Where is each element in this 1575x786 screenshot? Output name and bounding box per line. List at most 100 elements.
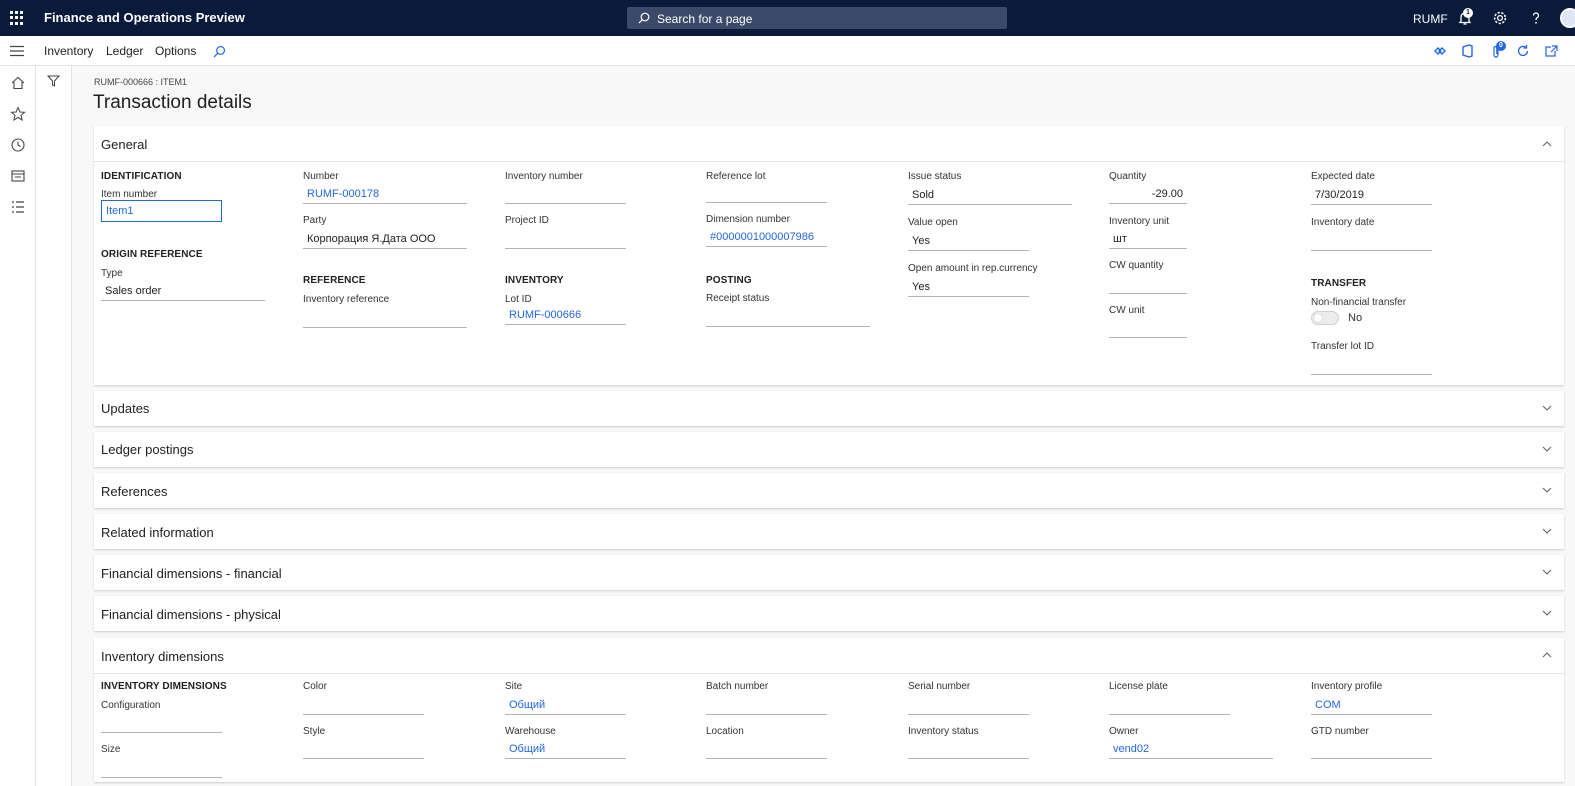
action-pane: Inventory Ledger Options 0: [0, 36, 1575, 66]
number-field[interactable]: RUMF-000178: [303, 183, 467, 204]
color-field[interactable]: [303, 694, 424, 715]
hamburger-icon[interactable]: [10, 45, 24, 57]
non-financial-transfer-toggle[interactable]: [1311, 311, 1339, 325]
top-bar: Finance and Operations Preview Search fo…: [0, 0, 1575, 36]
inventory-status-field[interactable]: [908, 738, 1029, 759]
fasttab-related-information[interactable]: Related information: [94, 514, 1564, 549]
inventory-profile-field[interactable]: COM: [1311, 694, 1432, 715]
dimension-number-field[interactable]: #0000001000007986: [706, 226, 827, 247]
refresh-icon[interactable]: [1516, 44, 1530, 58]
party-field[interactable]: Корпорация Я.Дата ООО: [303, 228, 467, 249]
quantity-field[interactable]: -29.00: [1109, 183, 1187, 204]
chevron-down-icon[interactable]: [1542, 567, 1552, 577]
issue-status-field[interactable]: Sold: [908, 184, 1072, 205]
fasttab-ledger-postings[interactable]: Ledger postings: [94, 432, 1564, 467]
search-icon: [638, 12, 650, 24]
cw-unit-field[interactable]: [1109, 317, 1187, 338]
serial-number-field[interactable]: [908, 694, 1029, 715]
warehouse-field[interactable]: Общий: [505, 738, 626, 759]
configuration-field[interactable]: [101, 712, 222, 733]
fasttab-references-header[interactable]: References: [101, 484, 167, 499]
inventory-reference-field[interactable]: [303, 307, 467, 328]
company-picker[interactable]: RUMF: [1413, 12, 1448, 26]
group-identification: IDENTIFICATION: [101, 171, 182, 182]
license-plate-field[interactable]: [1109, 694, 1230, 715]
chevron-down-icon[interactable]: [1542, 403, 1552, 413]
tab-inventory[interactable]: Inventory: [44, 44, 93, 58]
fasttab-updates[interactable]: Updates: [94, 391, 1564, 426]
fasttab-ledger-postings-header[interactable]: Ledger postings: [101, 442, 194, 457]
receipt-status-field[interactable]: [706, 306, 870, 327]
fasttab-financial-dimensions-physical[interactable]: Financial dimensions - physical: [94, 596, 1564, 631]
configuration-label: Configuration: [101, 700, 161, 711]
tab-ledger[interactable]: Ledger: [106, 44, 143, 58]
project-id-field[interactable]: [505, 228, 626, 249]
page-title: Transaction details: [93, 92, 252, 113]
fasttab-financial-dimensions-financial[interactable]: Financial dimensions - financial: [94, 555, 1564, 590]
reference-lot-field[interactable]: [706, 182, 827, 203]
chevron-down-icon[interactable]: [1542, 485, 1552, 495]
fasttab-references[interactable]: References: [94, 473, 1564, 508]
type-field[interactable]: Sales order: [101, 280, 265, 301]
reference-lot-label: Reference lot: [706, 171, 766, 182]
expected-date-field[interactable]: 7/30/2019: [1311, 184, 1432, 205]
gear-icon[interactable]: [1492, 10, 1508, 26]
inventory-status-label: Inventory status: [908, 726, 979, 737]
fasttab-related-information-header[interactable]: Related information: [101, 525, 214, 540]
fasttab-general-header[interactable]: General: [101, 137, 147, 152]
filter-icon[interactable]: [47, 75, 60, 87]
avatar[interactable]: [1560, 8, 1575, 28]
search-icon[interactable]: [213, 45, 226, 58]
app-launcher-icon[interactable]: [10, 11, 24, 25]
fasttab-financial-dimensions-physical-header[interactable]: Financial dimensions - physical: [101, 607, 281, 622]
type-label: Type: [101, 268, 123, 279]
cw-quantity-field[interactable]: [1109, 273, 1187, 294]
chevron-down-icon[interactable]: [1542, 526, 1552, 536]
chevron-down-icon[interactable]: [1542, 444, 1552, 454]
non-financial-transfer-label: Non-financial transfer: [1311, 297, 1407, 308]
power-apps-icon[interactable]: [1434, 46, 1446, 56]
style-field[interactable]: [303, 738, 424, 759]
style-label: Style: [303, 726, 326, 737]
item-number-field[interactable]: Item1: [101, 200, 222, 222]
help-icon[interactable]: [1528, 10, 1544, 26]
location-label: Location: [706, 726, 744, 737]
inventory-number-field[interactable]: [505, 183, 626, 204]
inventory-date-field[interactable]: [1311, 230, 1432, 251]
star-icon[interactable]: [10, 106, 26, 122]
inventory-unit-field[interactable]: шт: [1109, 228, 1187, 249]
notification-badge: 1: [1463, 8, 1473, 18]
app-title[interactable]: Finance and Operations Preview: [44, 10, 245, 25]
dimension-number-label: Dimension number: [706, 214, 790, 225]
expected-date-label: Expected date: [1311, 171, 1375, 182]
fasttab-divider: [94, 673, 1564, 674]
search-box[interactable]: Search for a page: [627, 7, 1007, 29]
location-field[interactable]: [706, 738, 827, 759]
fasttab-financial-dimensions-financial-header[interactable]: Financial dimensions - financial: [101, 566, 282, 581]
tab-options[interactable]: Options: [155, 44, 196, 58]
cw-unit-label: CW unit: [1109, 305, 1145, 316]
size-field[interactable]: [101, 757, 222, 778]
home-icon[interactable]: [10, 75, 26, 91]
site-field[interactable]: Общий: [505, 694, 626, 715]
lot-id-field[interactable]: RUMF-000666: [505, 304, 626, 325]
open-new-window-icon[interactable]: [1545, 45, 1558, 57]
gtd-number-field[interactable]: [1311, 738, 1432, 759]
chevron-down-icon[interactable]: [1542, 608, 1552, 618]
office-icon[interactable]: [1461, 44, 1473, 58]
open-amount-field[interactable]: Yes: [908, 276, 1029, 297]
value-open-field[interactable]: Yes: [908, 230, 1029, 251]
inventory-profile-label: Inventory profile: [1311, 681, 1383, 692]
fasttab-inventory-dimensions-header[interactable]: Inventory dimensions: [101, 649, 224, 664]
group-origin-reference: ORIGIN REFERENCE: [101, 249, 203, 260]
transfer-lot-id-field[interactable]: [1311, 354, 1432, 375]
fasttab-updates-header[interactable]: Updates: [101, 401, 149, 416]
chevron-up-icon[interactable]: [1542, 139, 1552, 149]
owner-field[interactable]: vend02: [1109, 738, 1273, 759]
modules-list-icon[interactable]: [10, 199, 26, 215]
workspaces-icon[interactable]: [10, 168, 26, 184]
value-open-label: Value open: [908, 217, 958, 228]
batch-number-field[interactable]: [706, 694, 827, 715]
clock-icon[interactable]: [10, 137, 26, 153]
chevron-up-icon[interactable]: [1542, 650, 1552, 660]
